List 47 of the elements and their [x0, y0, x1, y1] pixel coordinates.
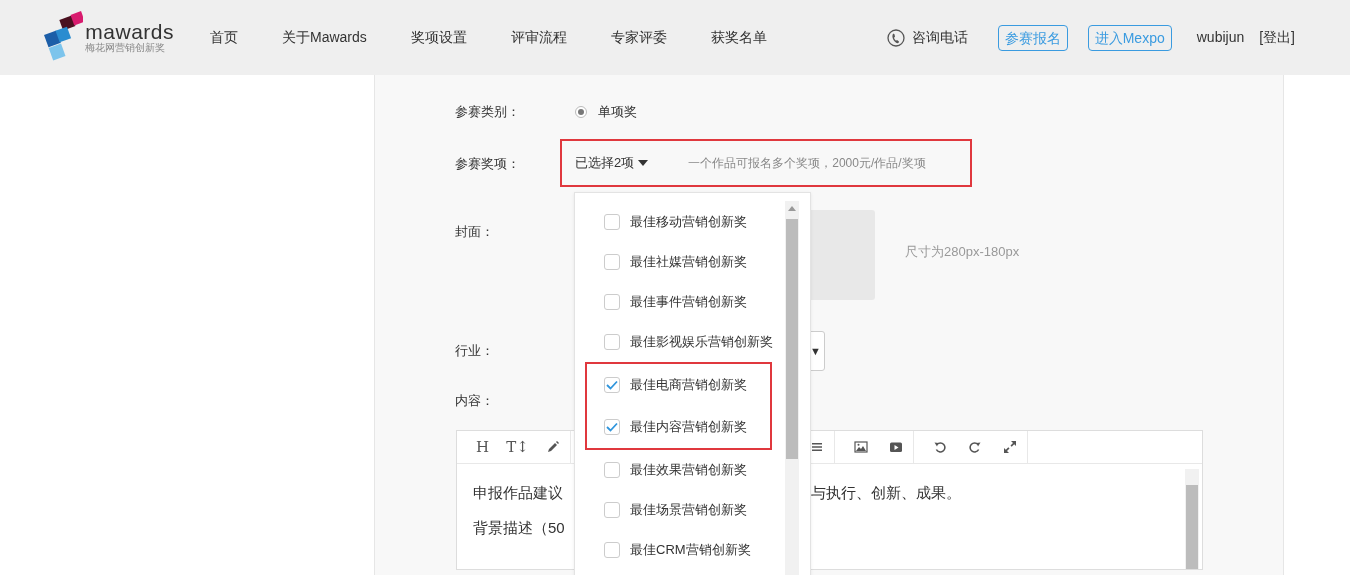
editor-text: 与执行、创新、成果。	[811, 483, 961, 504]
checkbox[interactable]	[604, 214, 620, 230]
nav-link[interactable]: 专家评委	[610, 27, 667, 48]
checkbox[interactable]	[604, 377, 620, 393]
radio-label: 单项奖	[598, 103, 637, 122]
radio-button[interactable]	[575, 106, 587, 118]
award-select[interactable]: 已选择2项	[575, 153, 649, 173]
nav-link[interactable]: 奖项设置	[410, 27, 467, 48]
format-button[interactable]: T↕	[500, 435, 535, 459]
editor-text: 背景描述（50	[473, 518, 565, 539]
editor-text: 申报作品建议	[473, 483, 563, 504]
format-button[interactable]: H	[465, 435, 500, 459]
award-option[interactable]: 最佳效果营销创新奖	[575, 450, 810, 490]
field-label: 封面：	[455, 223, 495, 241]
username: wubijun	[1196, 28, 1245, 47]
scrollbar[interactable]	[785, 201, 799, 575]
award-option[interactable]: 最佳社媒营销创新奖	[575, 242, 810, 282]
checkbox[interactable]	[604, 294, 620, 310]
nav-link[interactable]: 首页	[210, 27, 238, 48]
checkbox[interactable]	[604, 502, 620, 518]
logo-wordmark[interactable]: mawards	[85, 21, 174, 42]
field-label: 参赛类别：	[455, 103, 521, 122]
field-label: 行业：	[455, 342, 495, 361]
award-option[interactable]: 最佳场景营销创新奖	[575, 490, 810, 530]
logo-tagline: 梅花网营销创新奖	[85, 42, 167, 54]
nav-link[interactable]: 评审流程	[510, 27, 567, 48]
caret-icon	[638, 160, 649, 166]
hint-text: 一个作品可报名多个奖项，2000元/作品/奖项	[688, 155, 926, 172]
award-option[interactable]: 最佳事件营销创新奖	[575, 282, 810, 322]
phone-label: 咨询电话	[911, 28, 968, 47]
award-option[interactable]: 最佳移动营销创新奖	[575, 202, 810, 242]
nav-link[interactable]: 获奖名单	[710, 27, 767, 48]
logout-link[interactable]: [登出]	[1259, 27, 1295, 48]
checkbox[interactable]	[604, 419, 620, 435]
checkbox[interactable]	[604, 334, 620, 350]
checkbox[interactable]	[604, 542, 620, 558]
field-label: 参赛奖项：	[455, 155, 521, 174]
checkbox[interactable]	[604, 254, 620, 270]
checkbox[interactable]	[604, 462, 620, 478]
award-option[interactable]: 最佳影视娱乐营销创新奖	[575, 322, 810, 362]
nav-link[interactable]: 关于Mawards	[282, 27, 367, 48]
award-option[interactable]: 最佳CRM营销创新奖	[575, 530, 810, 570]
scrollbar[interactable]	[1185, 469, 1199, 569]
phone-icon	[886, 28, 905, 47]
award-option[interactable]: 最佳电商营销创新奖	[587, 364, 770, 406]
field-label: 内容：	[455, 392, 495, 411]
hint-text: 尺寸为280px-180px	[905, 243, 1020, 261]
